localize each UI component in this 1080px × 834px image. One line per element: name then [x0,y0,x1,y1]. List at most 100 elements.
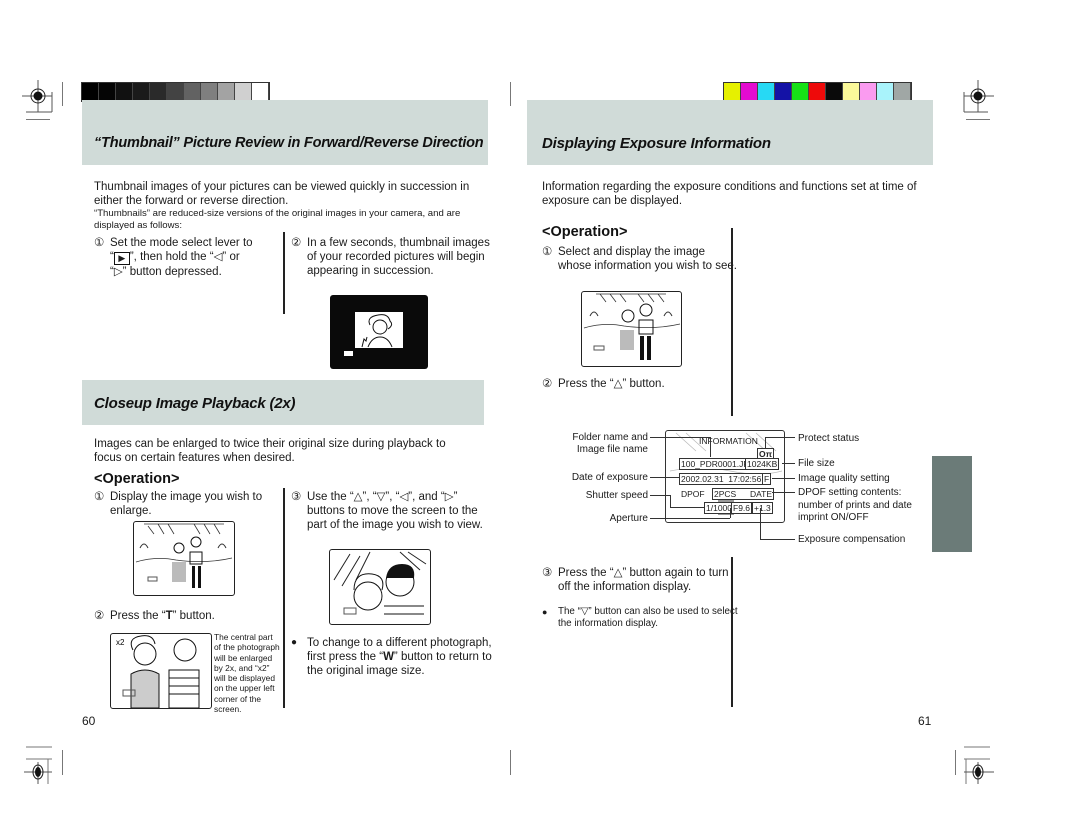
color-swatch [150,83,167,100]
step-1-closeup: ① Display the image you wish to enlarge. [94,490,290,518]
step-number: ① [94,237,105,249]
step-1-thumbnail: ① Set the mode select lever to “▶”, then… [94,236,285,279]
step-2-exposure: ② Press the “△” button. [542,377,738,391]
full-image-illustration [133,521,235,596]
step-3-closeup: ③ Use the “△”, “▽”, “◁”, and “▷” buttons… [291,490,492,532]
bullet-note-closeup: ● To change to a different photograph, f… [291,636,492,678]
step-1-exposure: ① Select and display the image whose inf… [542,245,738,273]
bullet-text: The “▽” button can also be used to selec… [558,606,738,629]
color-swatch [99,83,116,100]
color-swatch [167,83,184,100]
information-display-illustration: INFORMATION Oπ 100_PDR0001.JPG 1024KB 20… [665,430,785,523]
leader-line [730,508,731,518]
quality-value: F [762,473,772,485]
color-swatch [877,83,894,100]
color-swatch [201,83,218,100]
color-swatch [894,83,911,100]
registration-mark-top-left [22,80,53,113]
step-text: Press the “ [110,610,166,622]
leader-line [670,507,704,508]
note-text: “Thumbnails” are reduced-size versions o… [94,208,461,231]
step-2-thumbnail: ② In a few seconds, thumbnail images of … [291,236,492,278]
step-text: Set the mode select lever to [110,237,253,249]
step-text: Display the image you wish to enlarge. [110,491,263,517]
color-swatch [809,83,826,100]
color-swatch [792,83,809,100]
exposure-comp-value: +1.3 [752,502,773,514]
trim-line [62,82,63,106]
color-swatch [116,83,133,100]
intro-text: Information regarding the exposure condi… [542,181,917,207]
column-divider [283,488,285,708]
color-swatch [184,83,201,100]
registration-mark-bottom-right [964,746,994,784]
registration-mark-top-right [963,80,994,113]
leader-line [782,463,795,464]
prints-value: 2PCS [714,489,737,499]
leader-line [650,495,670,496]
zoom-caption: The central part of the photograph will … [214,632,280,715]
step-number: ③ [542,567,553,579]
color-swatch [860,83,877,100]
date-imprint-value: DATE [749,489,772,499]
step-number: ② [291,237,302,249]
color-swatch [724,83,741,100]
operation-heading: <Operation> [542,224,628,240]
column-divider [731,557,733,707]
trim-line [966,119,990,120]
color-swatch [218,83,235,100]
section-title-exposure: Displaying Exposure Information [542,135,771,152]
label-dpof-contents: DPOF setting contents: number of prints … [798,487,912,523]
section-title-thumbnail: “Thumbnail” Picture Review in Forward/Re… [94,135,484,151]
label-shutter-speed: Shutter speed [585,490,648,501]
color-swatch [826,83,843,100]
step-text: ”, then hold the “◁” or [129,251,240,263]
leader-line [710,437,711,457]
step-text: “▷” button depressed. [110,266,222,278]
label-folder-file-name: Folder name and Image file name [572,432,648,455]
w-button-label: W [383,651,394,663]
color-swatch [133,83,150,100]
enlarged-image-illustration: x2 [110,633,212,709]
bullet-icon: ● [291,637,298,648]
color-swatch [741,83,758,100]
intro-text: Thumbnail images of your pictures can be… [94,181,470,207]
trim-line [26,119,50,120]
page-number-left: 60 [82,714,96,728]
play-mode-icon: ▶ [113,252,130,265]
step-number: ③ [291,491,302,503]
aperture-value: F9.6 [731,502,753,514]
leader-line [760,508,761,539]
step-2-closeup: ② Press the “T” button. [94,609,290,623]
step-text: ” button. [172,610,215,622]
leader-line [650,518,730,519]
leader-line [765,437,766,449]
t-button-label: T [165,610,173,622]
step-number: ① [542,246,553,258]
color-swatch [758,83,775,100]
leader-line [772,478,795,479]
leader-line [650,477,680,478]
time-text: 17:02:56 [728,474,762,484]
color-swatch [252,83,269,100]
trim-line [510,750,511,775]
dpof-label: DPOF [681,489,705,499]
zoom-indicator: x2 [116,638,125,647]
label-file-size: File size [798,458,835,469]
dpof-value: 2PCS DATE [712,488,774,500]
file-size-value: 1024KB [745,458,780,470]
intro-text: Images can be enlarged to twice their or… [94,438,446,464]
step-text: Select and display the image whose infor… [558,246,737,272]
leader-line [650,437,710,438]
step-text: Press the “△” button again to turn off t… [558,567,729,593]
color-swatch [82,83,99,100]
color-swatch [235,83,252,100]
date-value: 2002.02.31 17:02:56 [679,473,764,485]
step-text: Use the “△”, “▽”, “◁”, and “▷” buttons t… [307,491,483,531]
trim-line [955,750,956,775]
step-number: ② [542,378,553,390]
column-divider [283,232,285,314]
label-image-quality: Image quality setting [798,473,890,484]
color-calibration-strip [723,82,912,102]
step-number: ② [94,610,105,622]
